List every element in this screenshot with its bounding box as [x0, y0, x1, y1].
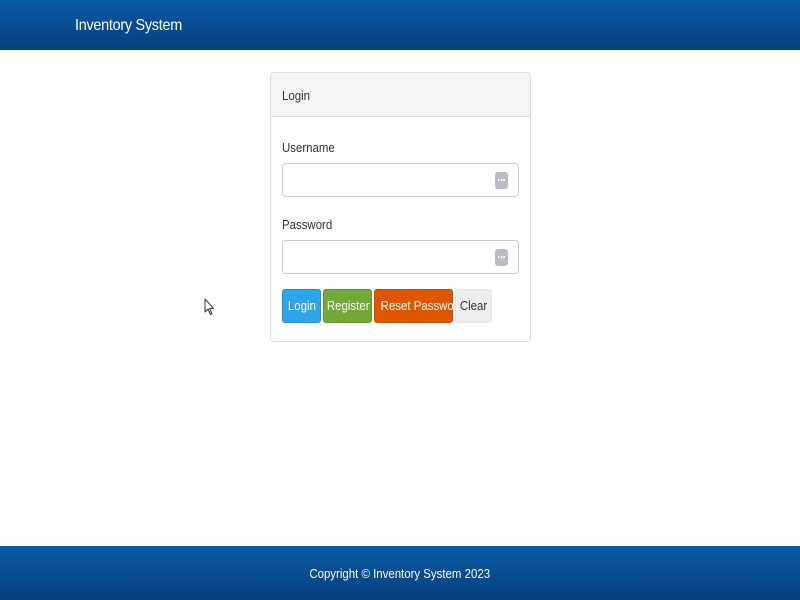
- page: Inventory System Login Username Password…: [0, 0, 800, 600]
- register-button-label: Register: [326, 298, 370, 313]
- login-button-label: Login: [287, 298, 316, 313]
- footer: Copyright © Inventory System 2023: [0, 546, 800, 600]
- clear-button-label: Clear: [459, 298, 488, 313]
- register-button[interactable]: Register: [323, 289, 372, 323]
- username-label: Username: [282, 140, 335, 155]
- clear-button[interactable]: Clear: [455, 289, 492, 323]
- mouse-cursor-icon: [204, 298, 214, 315]
- password-manager-icon[interactable]: [495, 172, 508, 189]
- login-panel: Login Username Password Login Register R…: [270, 72, 531, 342]
- panel-title: Login: [282, 88, 310, 103]
- reset-password-button-label: Reset Password: [380, 298, 464, 313]
- brand-link[interactable]: Inventory System: [75, 0, 182, 50]
- reset-password-button[interactable]: Reset Password: [374, 289, 464, 323]
- login-button[interactable]: Login: [282, 289, 321, 323]
- password-manager-icon[interactable]: [495, 249, 508, 266]
- username-field-wrapper: [282, 163, 519, 197]
- username-input[interactable]: [283, 164, 518, 196]
- panel-heading: Login: [271, 73, 530, 117]
- password-input[interactable]: [283, 241, 518, 273]
- copyright-text: Copyright © Inventory System 2023: [309, 566, 491, 581]
- password-field-wrapper: [282, 240, 519, 274]
- password-label: Password: [282, 217, 333, 232]
- navbar: Inventory System: [0, 0, 800, 50]
